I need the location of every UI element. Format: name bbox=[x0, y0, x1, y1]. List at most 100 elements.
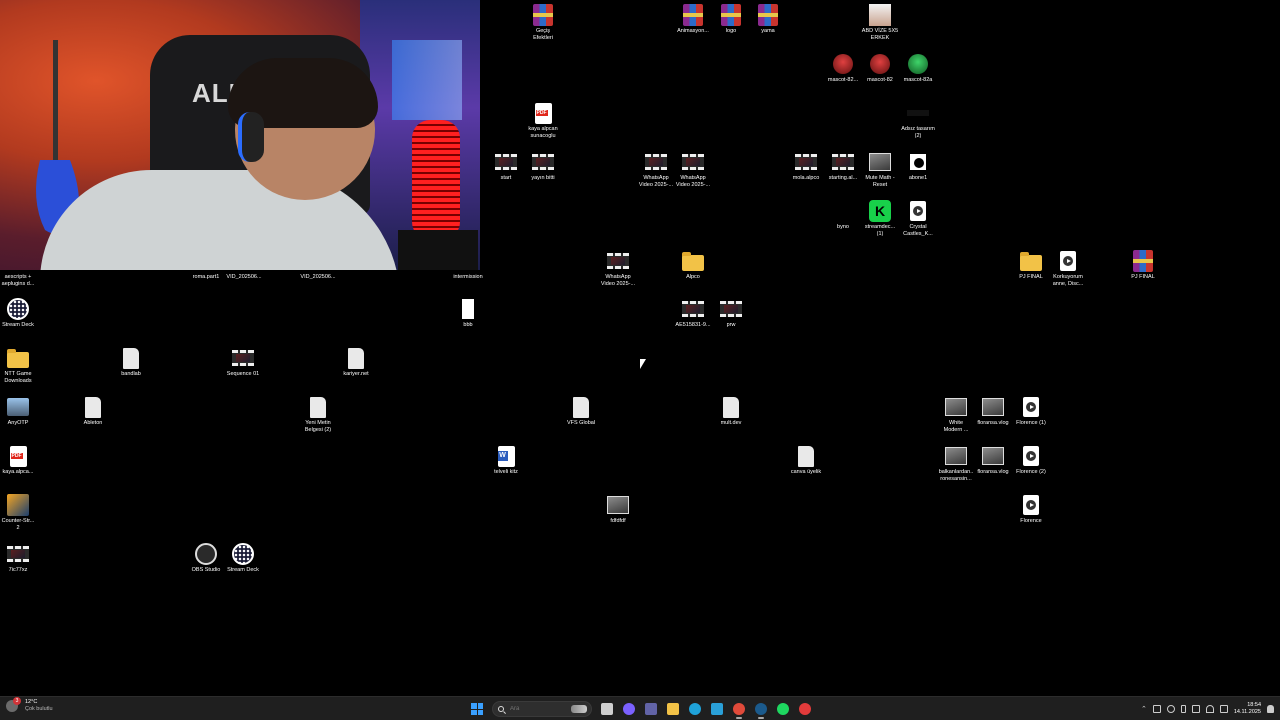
winrar-archive-icon bbox=[757, 4, 779, 26]
desktop-icon-label: yama bbox=[761, 28, 775, 34]
desktop-icon-florence[interactable]: Florence bbox=[993, 494, 1069, 525]
desktop-icon-mult-dev[interactable]: mult.dev bbox=[693, 396, 769, 427]
desktop-icon-kariyer-net[interactable]: kariyer.net bbox=[318, 347, 394, 378]
desktop-icon-whatsapp-3[interactable]: WhatsApp Video 2025-... bbox=[580, 250, 656, 287]
desktop-icon-florence-1[interactable]: Florence (1) bbox=[993, 396, 1069, 427]
desktop-icon-7ic77xz[interactable]: 7ic77xz bbox=[0, 543, 56, 574]
desktop-icon-label: Adsız tasarım (2) bbox=[901, 126, 935, 139]
weather-widget[interactable]: 12°C Çok bulutlu bbox=[6, 697, 53, 713]
desktop-icon-intermission[interactable]: intermission bbox=[430, 250, 506, 281]
desktop-icon-bbb[interactable]: bbb bbox=[430, 298, 506, 329]
desktop-icon-mascot-82a[interactable]: mascot-82a bbox=[880, 53, 956, 84]
taskbar-app-teams[interactable] bbox=[641, 699, 661, 719]
anyotp-app-icon bbox=[7, 396, 29, 418]
desktop-icon-fdfdfdf[interactable]: fdfdfdf bbox=[580, 494, 656, 525]
desktop-icon-yama[interactable]: yama bbox=[730, 4, 806, 35]
desktop-icon-label: kaya.alpca... bbox=[2, 469, 34, 475]
subscribe-image-icon bbox=[907, 151, 929, 173]
desktop-icon-adsiz-tasarim[interactable]: Adsız tasarım (2) bbox=[880, 102, 956, 139]
taskbar-app-calculator[interactable] bbox=[707, 699, 727, 719]
desktop-icon-bandlab[interactable]: bandlab bbox=[93, 347, 169, 378]
desktop-icon-stream-deck-2[interactable]: Stream Deck bbox=[205, 543, 281, 574]
taskbar-app-task-view[interactable] bbox=[597, 699, 617, 719]
clock[interactable]: 18:54 14.11.2025 bbox=[1234, 702, 1261, 716]
desktop-icon-aescripts[interactable]: aescripts + aeplugins d... bbox=[0, 250, 56, 287]
desktop-icon-counter-strike[interactable]: Counter-Str... 2 bbox=[0, 494, 56, 531]
desktop-icon-vid-2025-2[interactable]: VID_202506... bbox=[280, 250, 356, 281]
webcam-overlay: ALPC bbox=[0, 0, 480, 270]
desktop-icon-crystal-castles[interactable]: Crystal Castles_K... bbox=[880, 200, 956, 237]
search-input[interactable] bbox=[510, 706, 570, 712]
notification-bell-icon[interactable] bbox=[1267, 705, 1274, 713]
desktop-icon-label: abone1 bbox=[908, 175, 928, 181]
media-file-icon bbox=[907, 200, 929, 222]
stream-deck-icon bbox=[7, 298, 29, 320]
desktop-icon-whatsapp-2[interactable]: WhatsApp Video 2025-... bbox=[655, 151, 731, 188]
microphone-icon[interactable] bbox=[1180, 705, 1186, 713]
shelf-image bbox=[392, 40, 462, 120]
desktop-icon-sequence-01[interactable]: Sequence 01 bbox=[205, 347, 281, 378]
text-file-icon bbox=[720, 396, 742, 418]
desktop-icon-kaya-pdf-2[interactable]: kaya.alpca... bbox=[0, 445, 56, 476]
desktop-icon-yeni-metin[interactable]: Yeni Metin Belgesi (2) bbox=[280, 396, 356, 433]
desktop-icon-label: Korkuyorum anne, Disc... bbox=[1052, 274, 1084, 287]
desktop-icon-label: VID_202506... bbox=[226, 274, 262, 280]
desktop-icon-anyotp[interactable]: AnyOTP bbox=[0, 396, 56, 427]
winrar-archive-icon bbox=[1132, 250, 1154, 272]
desktop-icon-label: NTT Game Downloads bbox=[4, 371, 32, 384]
desktop-icon-gecis-efektleri[interactable]: Geçiş Efektleri bbox=[505, 4, 581, 41]
chrome-icon bbox=[733, 703, 745, 715]
bluetooth-icon[interactable] bbox=[1166, 705, 1175, 713]
video-file-icon bbox=[532, 151, 554, 173]
desktop-icon-pj-final-rar[interactable]: PJ FINAL bbox=[1105, 250, 1181, 281]
desktop-icon-korkuyorum[interactable]: Korkuyorum anne, Disc... bbox=[1030, 250, 1106, 287]
start-button[interactable] bbox=[467, 699, 487, 719]
file-icon bbox=[457, 250, 479, 272]
spotify-icon bbox=[777, 703, 789, 715]
desktop[interactable]: ALPC Geçiş EfektleriAnimasyon...logoyama… bbox=[0, 0, 1280, 696]
wifi-icon[interactable] bbox=[1205, 705, 1214, 713]
desktop-icon-florence-2[interactable]: Florence (2) bbox=[993, 445, 1069, 476]
desktop-icon-yayin-bitti[interactable]: yayın bitti bbox=[505, 151, 581, 182]
blank-file-icon bbox=[907, 102, 929, 124]
pdf-file-icon bbox=[532, 102, 554, 124]
media-file-icon bbox=[1057, 250, 1079, 272]
desktop-icon-label: mascot-82a bbox=[903, 77, 933, 83]
copilot-icon bbox=[623, 703, 635, 715]
chevron-up-icon[interactable]: ⌃ bbox=[1141, 705, 1147, 713]
monitor-icon[interactable] bbox=[1191, 705, 1200, 713]
desktop-icon-abone1[interactable]: abone1 bbox=[880, 151, 956, 182]
word-document-icon bbox=[495, 445, 517, 467]
taskbar-center bbox=[466, 699, 816, 719]
desktop-icon-stream-deck-1[interactable]: Stream Deck bbox=[0, 298, 56, 329]
desktop-icon-label: Stream Deck bbox=[2, 322, 34, 328]
taskbar-app-record-app[interactable] bbox=[795, 699, 815, 719]
taskbar-search[interactable] bbox=[492, 701, 592, 717]
desktop-icon-ntt-game[interactable]: NTT Game Downloads bbox=[0, 347, 56, 384]
volume-icon[interactable] bbox=[1219, 705, 1228, 713]
taskbar-app-edge[interactable] bbox=[685, 699, 705, 719]
desktop-icon-label: AnyOTP bbox=[7, 420, 29, 426]
mascot-image-icon bbox=[907, 53, 929, 75]
media-file-icon bbox=[1020, 494, 1042, 516]
taskbar-app-file-explorer[interactable] bbox=[663, 699, 683, 719]
desktop-icon-label: PJ FINAL bbox=[1131, 274, 1155, 280]
desktop-icon-label: Ableton bbox=[83, 420, 103, 426]
text-file-icon bbox=[457, 298, 479, 320]
desktop-icon-alpco-folder[interactable]: Alpco bbox=[655, 250, 731, 281]
taskbar-app-spotify[interactable] bbox=[773, 699, 793, 719]
microphone-image bbox=[412, 120, 460, 240]
folder-icon bbox=[682, 250, 704, 272]
desktop-icon-vfs-global[interactable]: VFS Global bbox=[543, 396, 619, 427]
taskbar-app-copilot[interactable] bbox=[619, 699, 639, 719]
desktop-icon-canva-uyelik[interactable]: canva üyelik bbox=[768, 445, 844, 476]
desktop-icon-prw[interactable]: prw bbox=[693, 298, 769, 329]
desktop-icon-vid-2025-1[interactable]: VID_202506... bbox=[206, 250, 282, 281]
desktop-icon-abd-vize[interactable]: ABD VİZE 5X5 ERKEK bbox=[842, 4, 918, 41]
desktop-icon-telveli-kitz[interactable]: telveli kitz bbox=[468, 445, 544, 476]
network-icon[interactable] bbox=[1152, 705, 1161, 713]
taskbar-app-chrome[interactable] bbox=[729, 699, 749, 719]
desktop-icon-ableton[interactable]: Ableton bbox=[55, 396, 131, 427]
desktop-icon-kaya-pdf-1[interactable]: kaya alpcan sunacoglu bbox=[505, 102, 581, 139]
taskbar-app-steam[interactable] bbox=[751, 699, 771, 719]
